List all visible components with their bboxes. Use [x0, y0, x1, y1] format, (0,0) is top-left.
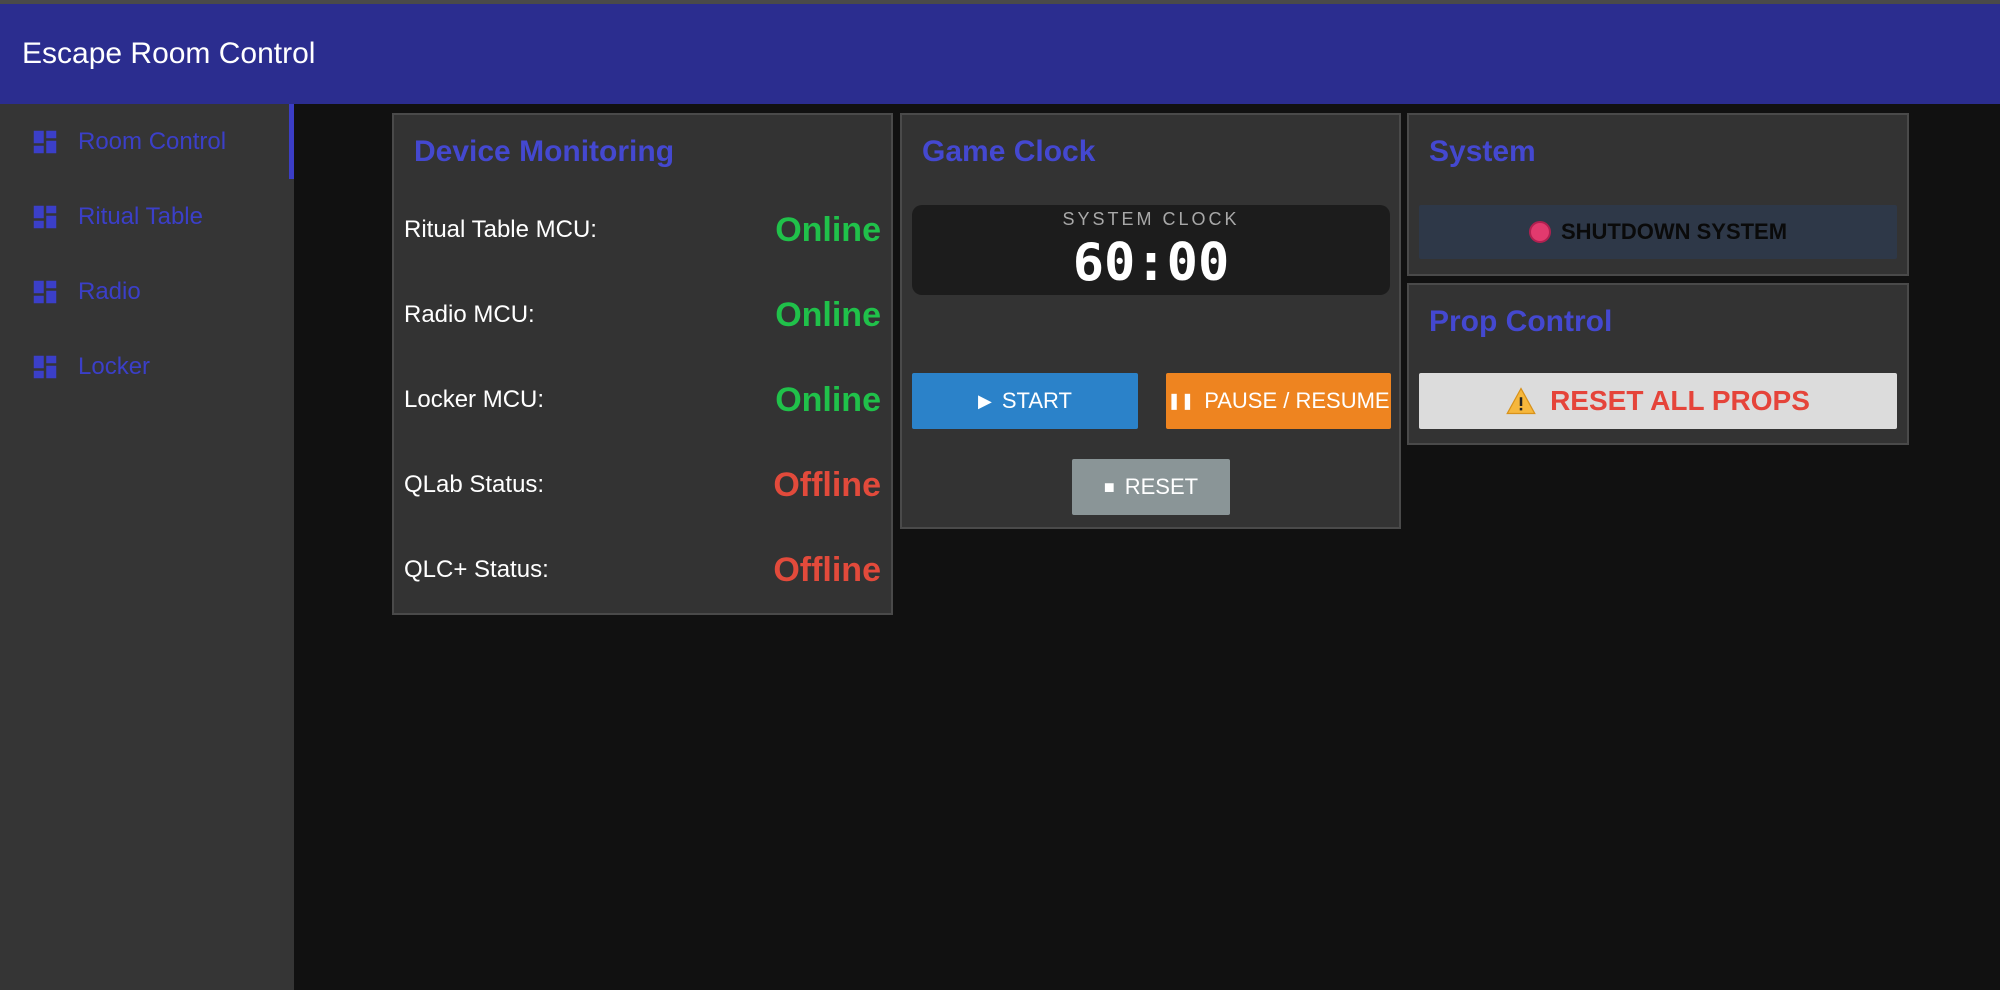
device-monitoring-panel: Device Monitoring Ritual Table MCU: Onli…: [392, 113, 893, 615]
sidebar-item-ritual-table[interactable]: Ritual Table: [0, 179, 294, 254]
pause-icon: ❚❚: [1167, 393, 1195, 410]
status-badge: Online: [775, 210, 881, 249]
sidebar-item-room-control[interactable]: Room Control: [0, 104, 294, 179]
device-label: QLC+ Status:: [404, 556, 549, 583]
panel-title: Game Clock: [922, 135, 1096, 168]
shutdown-button-label: SHUTDOWN SYSTEM: [1560, 219, 1788, 244]
start-button[interactable]: ▶ START: [912, 373, 1138, 429]
system-clock-display: SYSTEM CLOCK 60:00: [912, 205, 1390, 295]
sidebar: Room Control Ritual Table Radio Locker: [0, 104, 294, 990]
system-panel: System SHUTDOWN SYSTEM: [1407, 113, 1909, 276]
device-row-radio: Radio MCU: Online: [404, 285, 881, 345]
sidebar-item-label: Room Control: [78, 127, 227, 155]
pause-button-label: PAUSE / RESUME: [1204, 388, 1390, 413]
device-row-ritual-table: Ritual Table MCU: Online: [404, 200, 881, 260]
device-label: Ritual Table MCU:: [404, 216, 597, 243]
reset-props-button-label: RESET ALL PROPS: [1550, 385, 1810, 416]
app-header: Escape Room Control: [0, 4, 2000, 104]
dashboard-icon: [33, 130, 57, 153]
device-label: Locker MCU:: [404, 386, 545, 413]
panel-title: System: [1429, 135, 1536, 168]
sidebar-item-label: Radio: [78, 277, 141, 305]
device-row-qlab: QLab Status: Offline: [404, 455, 881, 515]
status-badge: Offline: [773, 550, 881, 589]
dashboard-icon: [33, 280, 57, 303]
reset-button[interactable]: ■ RESET: [1072, 459, 1230, 515]
pause-resume-button[interactable]: ❚❚ PAUSE / RESUME: [1166, 373, 1391, 429]
shutdown-system-button[interactable]: SHUTDOWN SYSTEM: [1419, 205, 1897, 259]
device-label: Radio MCU:: [404, 301, 535, 328]
device-row-qlc: QLC+ Status: Offline: [404, 540, 881, 600]
sidebar-item-radio[interactable]: Radio: [0, 254, 294, 329]
clock-caption: SYSTEM CLOCK: [1062, 209, 1240, 229]
game-clock-panel: Game Clock SYSTEM CLOCK 60:00 ▶ START ❚❚…: [900, 113, 1401, 529]
dashboard-icon: [33, 355, 57, 378]
reset-all-props-button[interactable]: RESET ALL PROPS: [1419, 373, 1897, 429]
reset-button-label: RESET: [1124, 474, 1199, 499]
device-row-locker: Locker MCU: Online: [404, 370, 881, 430]
sidebar-item-label: Ritual Table: [78, 202, 203, 230]
panel-title: Device Monitoring: [414, 135, 675, 168]
status-badge: Offline: [773, 465, 881, 504]
device-label: QLab Status:: [404, 471, 545, 498]
app-title: Escape Room Control: [22, 37, 316, 70]
sidebar-item-locker[interactable]: Locker: [0, 329, 294, 404]
play-icon: ▶: [978, 390, 992, 411]
status-badge: Online: [775, 380, 881, 419]
start-button-label: START: [1001, 388, 1072, 413]
warning-icon: [1506, 387, 1536, 415]
prop-control-panel: Prop Control RESET ALL PROPS: [1407, 283, 1909, 445]
dashboard-icon: [33, 205, 57, 228]
sidebar-item-label: Locker: [78, 352, 151, 380]
panel-title: Prop Control: [1429, 305, 1613, 338]
clock-time: 60:00: [1072, 233, 1230, 293]
stop-icon: ■: [1103, 476, 1115, 497]
red-circle-icon: [1528, 221, 1551, 243]
status-badge: Online: [775, 295, 881, 334]
